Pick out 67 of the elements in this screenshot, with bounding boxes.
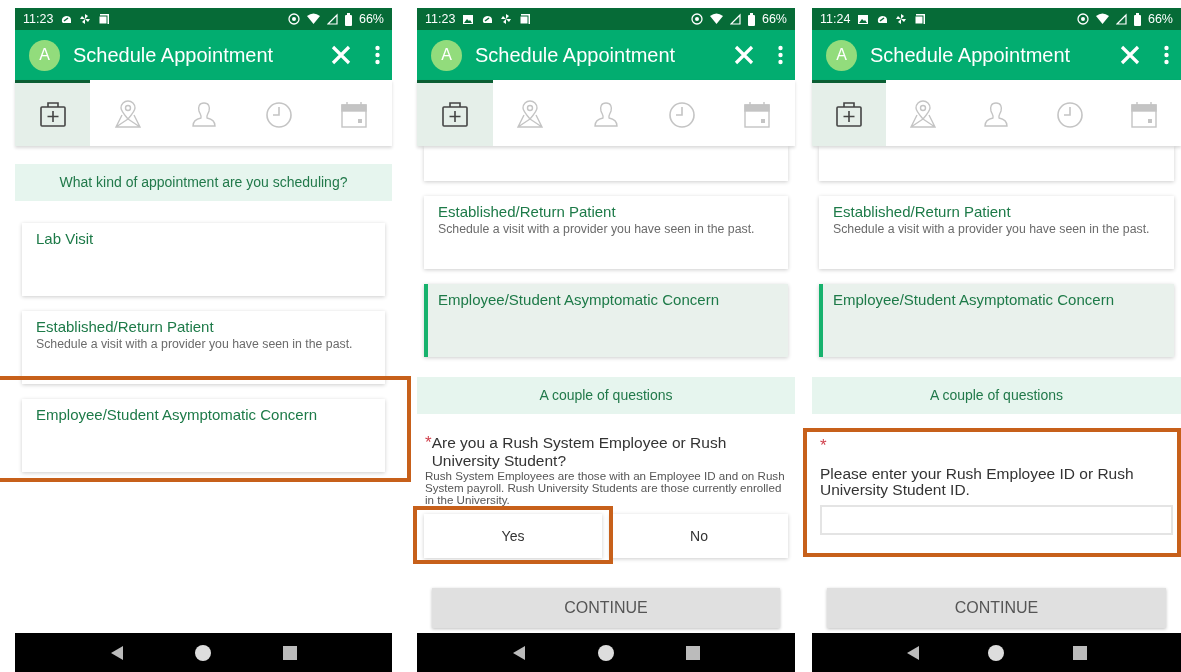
continue-button[interactable]: CONTINUE bbox=[827, 588, 1166, 628]
wifi-icon bbox=[1095, 13, 1109, 25]
section-prompt: A couple of questions bbox=[417, 377, 795, 414]
card-title: Employee/Student Asymptomatic Concern bbox=[438, 291, 720, 310]
notification-pinwheel-icon bbox=[895, 13, 908, 25]
home-icon[interactable] bbox=[987, 643, 1006, 662]
step-tab[interactable] bbox=[15, 80, 91, 146]
answer-button[interactable]: No bbox=[610, 514, 788, 559]
battery-percent: 66% bbox=[1147, 10, 1173, 28]
card-description: Schedule a visit with a provider you have seen in the past. bbox=[833, 221, 1151, 237]
home-icon[interactable] bbox=[194, 643, 213, 662]
screen-title: Schedule Appointment bbox=[870, 43, 1071, 68]
back-icon[interactable] bbox=[512, 644, 527, 661]
question-text: Are you a Rush System Employee or Rush University Student? bbox=[431, 434, 728, 470]
appointment-type-card[interactable]: Employee/Student Asymptomatic Concern bbox=[819, 284, 1174, 357]
close-icon[interactable] bbox=[734, 45, 754, 65]
screen-title: Schedule Appointment bbox=[73, 43, 274, 68]
required-asterisk: * bbox=[820, 441, 827, 452]
required-asterisk: * bbox=[425, 434, 432, 449]
card-title: Established/Return Patient bbox=[833, 203, 1012, 222]
close-icon[interactable] bbox=[1120, 45, 1140, 65]
alarm-icon bbox=[690, 13, 703, 25]
card-title: Established/Return Patient bbox=[438, 203, 617, 222]
back-icon[interactable] bbox=[905, 644, 920, 661]
more-menu-icon[interactable] bbox=[778, 45, 783, 65]
back-icon[interactable] bbox=[110, 644, 125, 661]
more-menu-icon[interactable] bbox=[375, 45, 380, 65]
card-description: Schedule a visit with a provider you have seen in the past. bbox=[438, 221, 756, 237]
recents-icon[interactable] bbox=[282, 645, 297, 660]
status-time: 11:24 bbox=[820, 10, 851, 28]
notification-pinwheel-icon bbox=[500, 13, 513, 25]
section-prompt: What kind of appointment are you scheduling? bbox=[15, 164, 392, 201]
answer-button[interactable]: Yes bbox=[424, 514, 602, 559]
signal-icon bbox=[729, 13, 741, 25]
card-title: Established/Return Patient bbox=[36, 318, 215, 337]
id-input-field[interactable] bbox=[820, 505, 1173, 535]
card-title: Employee/Student Asymptomatic Concern bbox=[833, 291, 1115, 310]
alarm-icon bbox=[287, 13, 300, 25]
battery-percent: 66% bbox=[358, 10, 384, 28]
battery-icon bbox=[1133, 12, 1141, 26]
battery-icon bbox=[747, 12, 755, 26]
continue-button[interactable]: CONTINUE bbox=[432, 588, 780, 628]
card-title: Employee/Student Asymptomatic Concern bbox=[36, 406, 318, 425]
recents-icon[interactable] bbox=[685, 645, 700, 660]
section-prompt: A couple of questions bbox=[812, 377, 1181, 414]
recents-icon[interactable] bbox=[1073, 645, 1088, 660]
alarm-icon bbox=[1076, 13, 1089, 25]
step-tab[interactable] bbox=[417, 80, 493, 146]
wifi-icon bbox=[306, 13, 320, 25]
status-time: 11:23 bbox=[425, 10, 456, 28]
field-label: Please enter your Rush Employee ID or Rush University Student ID. bbox=[820, 466, 1135, 497]
screen-title: Schedule Appointment bbox=[475, 43, 676, 68]
signal-icon bbox=[326, 13, 338, 25]
signal-icon bbox=[1115, 13, 1127, 25]
more-menu-icon[interactable] bbox=[1164, 45, 1169, 65]
close-icon[interactable] bbox=[331, 45, 351, 65]
card-description: Schedule a visit with a provider you have seen in the past. bbox=[36, 336, 354, 352]
battery-icon bbox=[344, 12, 352, 26]
notification-pinwheel-icon bbox=[79, 13, 92, 25]
question-help-text: Rush System Employees are those with an Employee ID and on Rush System payroll. Rush University Students are those currently enrolled in the University. bbox=[425, 469, 786, 507]
appointment-type-card[interactable]: Employee/Student Asymptomatic Concern bbox=[424, 284, 788, 357]
home-icon[interactable] bbox=[597, 643, 615, 662]
status-time: 11:23 bbox=[23, 10, 54, 28]
step-tab[interactable] bbox=[812, 80, 886, 146]
battery-percent: 66% bbox=[761, 10, 787, 28]
wifi-icon bbox=[709, 13, 723, 25]
card-title: Lab Visit bbox=[36, 230, 95, 249]
